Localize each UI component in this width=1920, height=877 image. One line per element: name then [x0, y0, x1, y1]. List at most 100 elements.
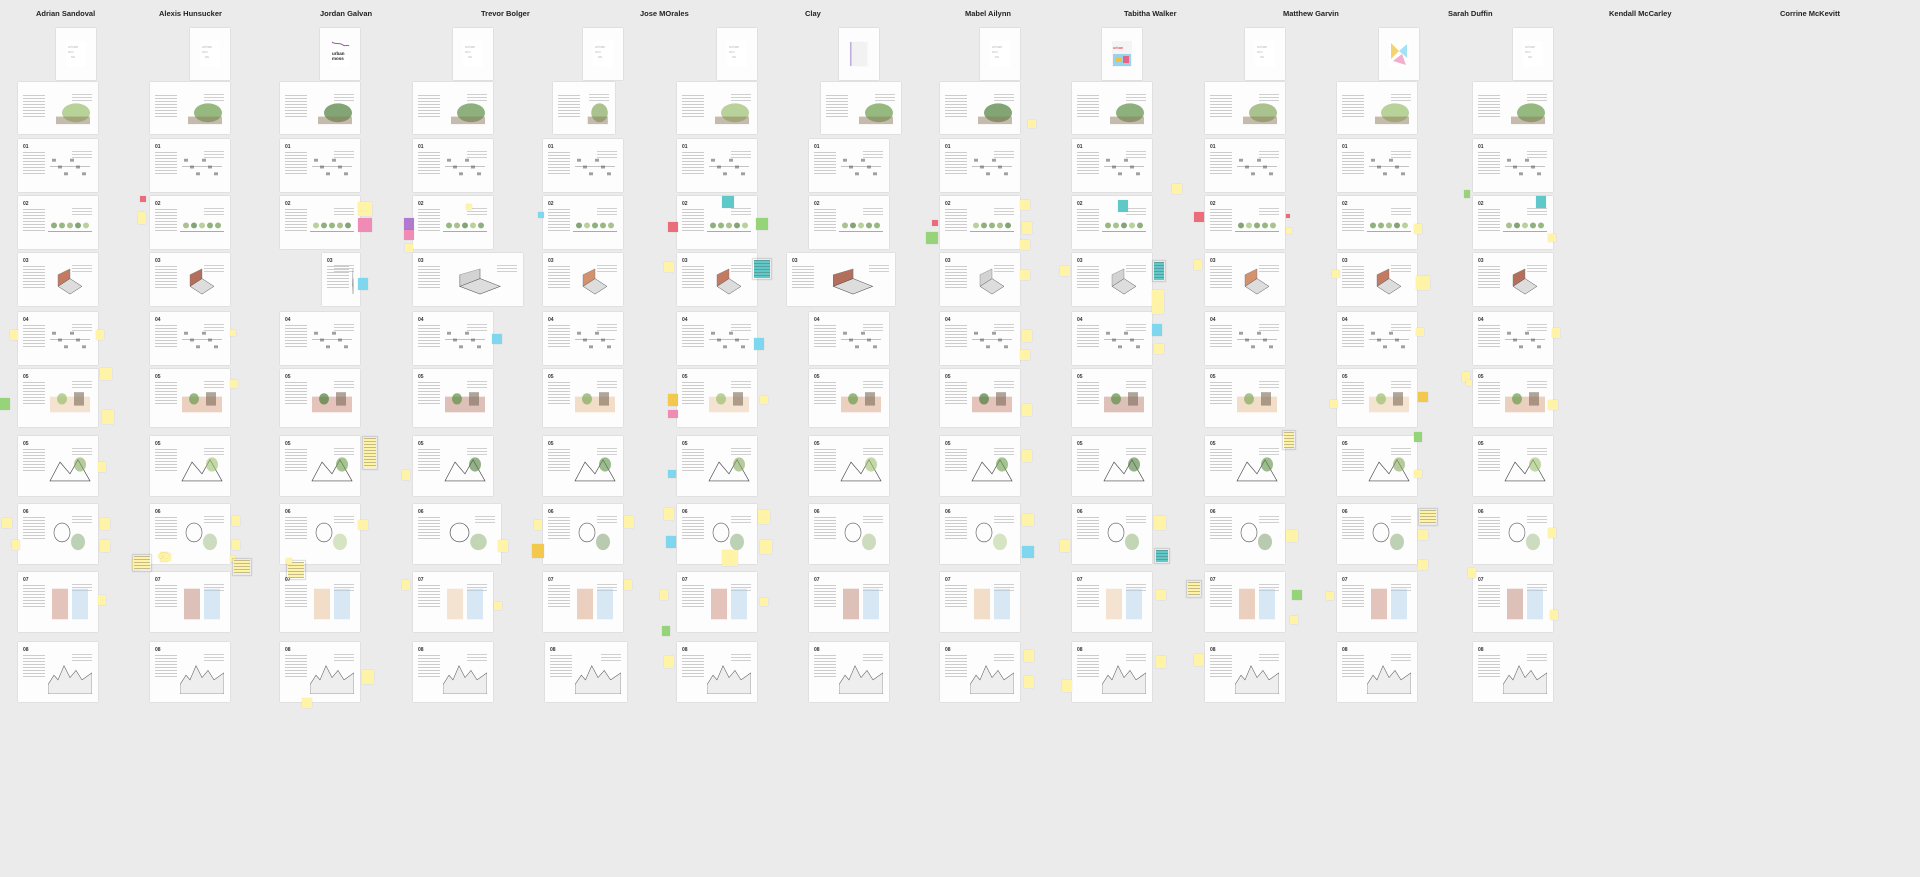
page-thumbnail[interactable]: 08	[413, 642, 493, 702]
sticky-note[interactable]	[1464, 190, 1470, 198]
sticky-note[interactable]	[760, 540, 772, 554]
sticky-note[interactable]	[668, 410, 678, 418]
sticky-note[interactable]	[1022, 546, 1034, 558]
sticky-note[interactable]	[98, 595, 106, 605]
sticky-note[interactable]	[624, 516, 634, 528]
sticky-note[interactable]	[358, 218, 372, 232]
page-thumbnail[interactable]: 08	[1337, 642, 1417, 702]
sticky-note[interactable]	[362, 670, 374, 684]
sticky-note[interactable]	[140, 196, 146, 202]
page-thumbnail[interactable]: 01	[413, 139, 493, 192]
page-thumbnail[interactable]: 05	[1337, 369, 1417, 427]
page-thumbnail[interactable]: 05	[940, 436, 1020, 496]
page-thumbnail[interactable]: 03	[413, 253, 523, 306]
sticky-note[interactable]	[756, 218, 768, 230]
sticky-note[interactable]	[1414, 432, 1422, 442]
page-thumbnail[interactable]: 05	[1072, 369, 1152, 427]
page-thumbnail[interactable]: 05	[677, 369, 757, 427]
sticky-note[interactable]	[1022, 450, 1032, 462]
page-thumbnail[interactable]: 06	[1337, 504, 1417, 564]
page-thumbnail[interactable]	[280, 82, 360, 134]
page-thumbnail[interactable]: 05	[543, 436, 623, 496]
sticky-note[interactable]	[1418, 560, 1428, 570]
sticky-note[interactable]	[1330, 400, 1338, 408]
sticky-note[interactable]	[1156, 656, 1166, 668]
page-thumbnail[interactable]: 03	[18, 253, 98, 306]
cover-page-thumbnail[interactable]: urbanmoss	[320, 28, 360, 80]
sticky-note[interactable]	[230, 380, 238, 388]
sticky-note[interactable]	[760, 396, 768, 404]
sticky-note[interactable]	[1154, 548, 1170, 564]
page-thumbnail[interactable]: 02	[543, 196, 623, 249]
sticky-note[interactable]	[492, 334, 502, 344]
sticky-note[interactable]	[1024, 676, 1034, 688]
sticky-note[interactable]	[1194, 212, 1204, 222]
cover-page-thumbnail[interactable]	[1379, 28, 1419, 80]
sticky-note[interactable]	[664, 508, 674, 520]
sticky-note[interactable]	[1416, 276, 1430, 290]
sticky-note[interactable]	[494, 602, 502, 610]
sticky-note[interactable]	[100, 540, 110, 552]
sticky-note[interactable]	[1020, 200, 1030, 210]
sticky-note[interactable]	[1022, 330, 1032, 342]
page-thumbnail[interactable]: 08	[1205, 642, 1285, 702]
page-thumbnail[interactable]: 03	[1072, 253, 1152, 306]
page-thumbnail[interactable]: 06	[940, 504, 1020, 564]
page-thumbnail[interactable]: 05	[677, 436, 757, 496]
sticky-note[interactable]	[722, 550, 738, 566]
page-thumbnail[interactable]: 04	[150, 312, 230, 365]
page-thumbnail[interactable]: 05	[18, 436, 98, 496]
sticky-note[interactable]	[1022, 514, 1034, 526]
page-thumbnail[interactable]: 05	[543, 369, 623, 427]
page-thumbnail[interactable]: 07	[940, 572, 1020, 632]
page-thumbnail[interactable]	[18, 82, 98, 134]
page-thumbnail[interactable]: 01	[809, 139, 889, 192]
sticky-note[interactable]	[132, 554, 152, 572]
sticky-note[interactable]	[12, 540, 20, 550]
page-thumbnail[interactable]: 04	[1473, 312, 1553, 365]
page-thumbnail[interactable]: 01	[1473, 139, 1553, 192]
page-thumbnail[interactable]: 07	[413, 572, 493, 632]
page-thumbnail[interactable]: 06	[809, 504, 889, 564]
sticky-note[interactable]	[1548, 234, 1556, 242]
page-thumbnail[interactable]: 02	[413, 196, 493, 249]
page-thumbnail[interactable]: 03	[150, 253, 230, 306]
sticky-note[interactable]	[1332, 270, 1340, 278]
page-thumbnail[interactable]: 02	[18, 196, 98, 249]
sticky-note[interactable]	[0, 398, 10, 410]
page-thumbnail[interactable]: 08	[280, 642, 360, 702]
page-thumbnail[interactable]: 03	[1205, 253, 1285, 306]
page-thumbnail[interactable]: 01	[280, 139, 360, 192]
sticky-note[interactable]	[1154, 344, 1164, 354]
page-thumbnail[interactable]: 08	[545, 642, 627, 702]
page-thumbnail[interactable]: 07	[280, 572, 360, 632]
sticky-note[interactable]	[932, 220, 938, 226]
sticky-note[interactable]	[1118, 200, 1128, 212]
sticky-note[interactable]	[1154, 516, 1166, 530]
page-thumbnail[interactable]: 05	[280, 369, 360, 427]
page-thumbnail[interactable]: 04	[18, 312, 98, 365]
page-thumbnail[interactable]: 02	[150, 196, 230, 249]
page-thumbnail[interactable]: 05	[150, 436, 230, 496]
page-thumbnail[interactable]: 02	[1072, 196, 1152, 249]
sticky-note[interactable]	[164, 554, 168, 558]
page-thumbnail[interactable]: 06	[543, 504, 623, 564]
sticky-note[interactable]	[404, 230, 414, 240]
sticky-note[interactable]	[302, 698, 312, 708]
sticky-note[interactable]	[362, 436, 378, 470]
page-thumbnail[interactable]: 08	[677, 642, 757, 702]
page-thumbnail[interactable]: 04	[280, 312, 360, 365]
page-thumbnail[interactable]: 02	[1337, 196, 1417, 249]
sticky-note[interactable]	[662, 626, 670, 636]
page-thumbnail[interactable]: 04	[809, 312, 889, 365]
sticky-note[interactable]	[138, 212, 146, 224]
page-thumbnail[interactable]: 05	[1473, 369, 1553, 427]
page-thumbnail[interactable]: 02	[809, 196, 889, 249]
whiteboard-canvas[interactable]: Adrian Sandoval Alexis Hunsucker Jordan Ga…	[0, 0, 1920, 877]
sticky-note[interactable]	[664, 262, 674, 272]
sticky-note[interactable]	[1468, 568, 1476, 578]
sticky-note[interactable]	[1466, 380, 1472, 386]
sticky-note[interactable]	[498, 540, 508, 552]
cover-page-thumbnail[interactable]: urbanmoss	[583, 28, 623, 80]
page-thumbnail[interactable]: 05	[413, 369, 493, 427]
